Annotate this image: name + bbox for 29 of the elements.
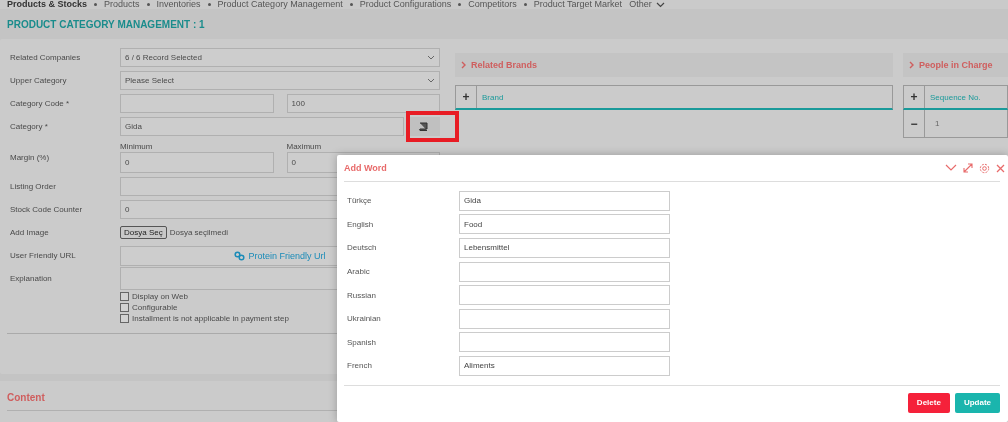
field-label: User Friendly URL	[10, 251, 77, 260]
nav-section-title: Products & Stocks	[7, 0, 88, 9]
field-label: Margin (%)	[10, 153, 51, 162]
language-label: Arabic	[346, 267, 371, 277]
field-label: Stock Code Counter	[10, 205, 84, 214]
checkbox-label: Installment is not applicable in payment step	[132, 314, 289, 323]
field-label: Category Code *	[10, 99, 71, 108]
file-status: Dosya seçilmedi	[169, 228, 228, 237]
column-header: Brand	[481, 91, 504, 104]
field-label: Upper Category	[10, 76, 68, 85]
checkbox-label: Display on Web	[132, 292, 188, 301]
max-label: Maximum	[286, 142, 323, 152]
field-label: Explanation	[10, 274, 53, 283]
language-label: French	[346, 361, 373, 371]
min-label: Minimum	[120, 142, 154, 152]
table-cell-text: 1	[934, 118, 940, 130]
field-label: Listing Order	[10, 182, 57, 191]
column-header: Sequence No.	[929, 91, 981, 104]
field-label: Related Companies	[10, 53, 82, 62]
field-label: Add Image	[10, 228, 50, 237]
language-label: English	[346, 219, 375, 229]
dialog-title: Add Word	[344, 163, 387, 173]
checkbox-label: Configurable	[132, 303, 178, 312]
language-label: Spanish	[346, 337, 377, 347]
page-title: PRODUCT CATEGORY MANAGEMENT : 1	[7, 19, 206, 32]
language-label: Russian	[346, 290, 377, 300]
language-label: Ukrainian	[346, 314, 382, 324]
field-label: Category *	[10, 122, 49, 131]
language-label: Deutsch	[346, 243, 378, 253]
